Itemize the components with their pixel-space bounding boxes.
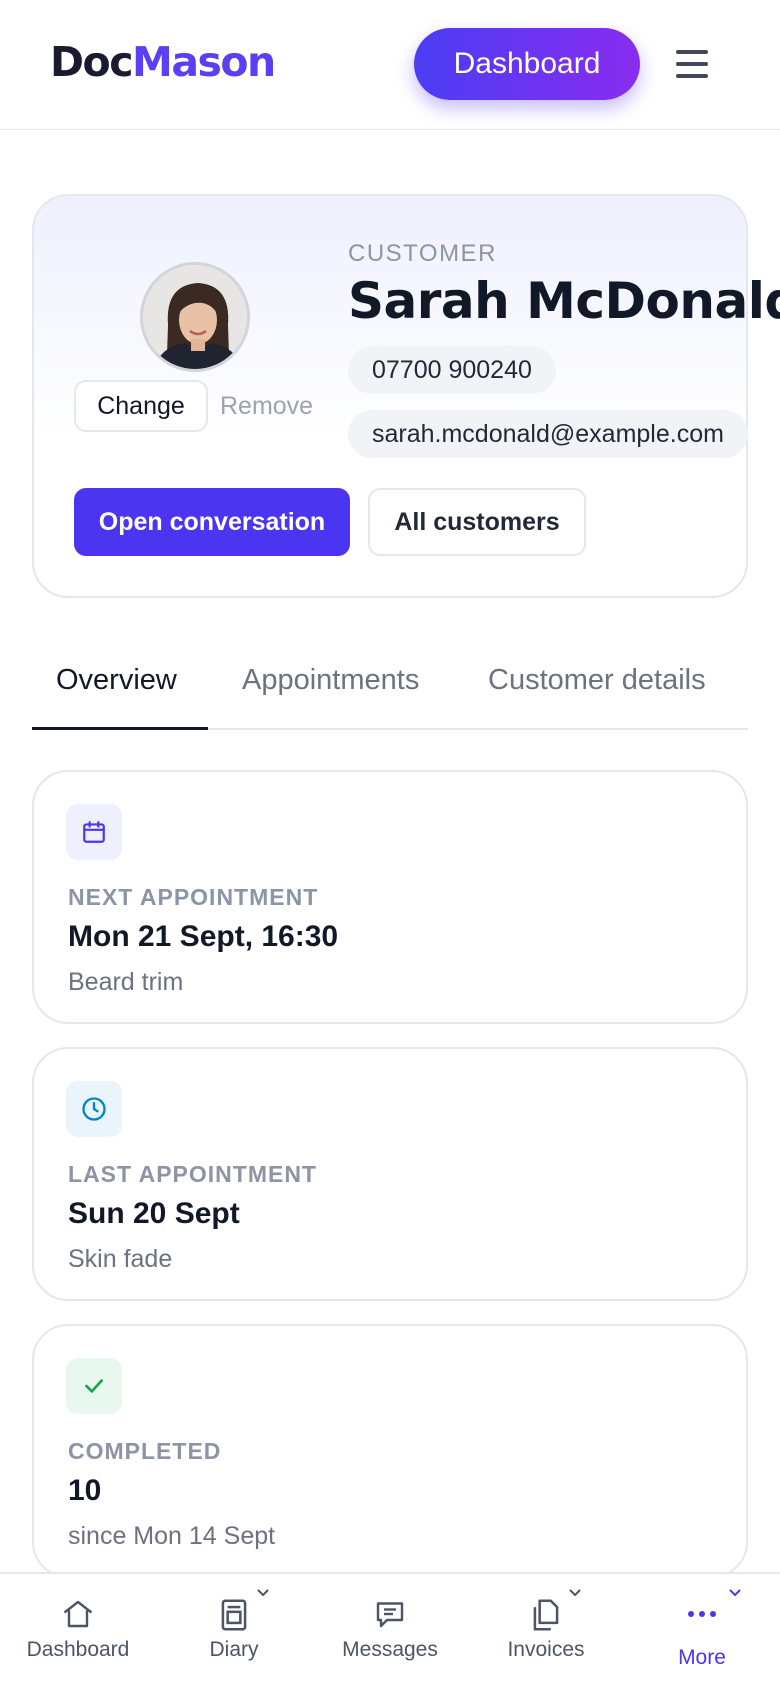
remove-photo-button[interactable]: Remove — [220, 392, 313, 421]
diary-icon — [221, 1599, 247, 1631]
nav-label: Invoices — [507, 1638, 585, 1661]
next-appointment-card[interactable]: NEXT APPOINTMENT Mon 21 Sept, 16:30 Bear… — [32, 770, 748, 1024]
app-header: DocMason Dashboard — [0, 0, 780, 130]
dashboard-button[interactable]: Dashboard — [414, 28, 640, 100]
stat-value: 10 — [68, 1474, 102, 1507]
nav-invoices[interactable]: Invoices — [468, 1574, 624, 1688]
customer-label: CUSTOMER — [348, 240, 497, 267]
nav-more[interactable]: More — [624, 1574, 780, 1688]
calendar-icon — [66, 804, 122, 860]
invoice-icon — [533, 1599, 559, 1631]
customer-name: Sarah McDonald — [348, 272, 780, 330]
stat-label: NEXT APPOINTMENT — [68, 884, 319, 910]
docmason-logo[interactable]: DocMason — [50, 38, 276, 86]
completed-card[interactable]: COMPLETED 10 since Mon 14 Sept — [32, 1324, 748, 1578]
more-dots-icon — [688, 1611, 716, 1617]
logo-text-doc: Doc — [50, 38, 134, 86]
stat-subtext: since Mon 14 Sept — [68, 1522, 276, 1550]
customer-avatar — [140, 262, 250, 372]
clock-icon — [66, 1081, 122, 1137]
nav-dashboard[interactable]: Dashboard — [0, 1574, 156, 1688]
avatar-photo-icon — [143, 265, 247, 369]
active-tab-indicator — [32, 727, 208, 730]
change-photo-button[interactable]: Change — [74, 380, 208, 432]
stat-subtext: Skin fade — [68, 1245, 173, 1273]
last-appointment-card[interactable]: LAST APPOINTMENT Sun 20 Sept Skin fade — [32, 1047, 748, 1301]
nav-label: Messages — [342, 1638, 438, 1661]
nav-label: Diary — [209, 1638, 259, 1661]
stat-value: Sun 20 Sept — [68, 1197, 240, 1230]
tab-appointments[interactable]: Appointments — [242, 664, 419, 697]
stat-subtext: Beard trim — [68, 968, 184, 996]
logo-text-mason: Mason — [132, 38, 276, 86]
chevron-down-icon — [729, 1589, 741, 1597]
hamburger-menu-icon[interactable] — [672, 46, 712, 82]
nav-messages[interactable]: Messages — [312, 1574, 468, 1688]
stat-label: COMPLETED — [68, 1438, 222, 1464]
home-icon — [63, 1600, 93, 1628]
message-icon — [376, 1602, 404, 1628]
email-chip[interactable]: sarah.mcdonald@example.com — [348, 410, 748, 458]
bottom-navigation: Dashboard Diary Messages Invoices More — [0, 1572, 780, 1688]
nav-label: More — [678, 1646, 726, 1669]
all-customers-button[interactable]: All customers — [368, 488, 586, 556]
chevron-down-icon — [569, 1589, 581, 1597]
chevron-down-icon — [257, 1589, 269, 1597]
nav-label: Dashboard — [26, 1638, 130, 1661]
nav-diary[interactable]: Diary — [156, 1574, 312, 1688]
customer-profile-card: Change Remove CUSTOMER Sarah McDonald 07… — [32, 194, 780, 598]
profile-tabs: Overview Appointments Customer details — [32, 640, 748, 730]
stat-value: Mon 21 Sept, 16:30 — [68, 920, 339, 953]
open-conversation-button[interactable]: Open conversation — [74, 488, 350, 556]
tab-customer-details[interactable]: Customer details — [488, 664, 706, 697]
phone-chip[interactable]: 07700 900240 — [348, 346, 556, 394]
check-icon — [66, 1358, 122, 1414]
tab-overview[interactable]: Overview — [56, 664, 177, 697]
stat-label: LAST APPOINTMENT — [68, 1161, 317, 1187]
